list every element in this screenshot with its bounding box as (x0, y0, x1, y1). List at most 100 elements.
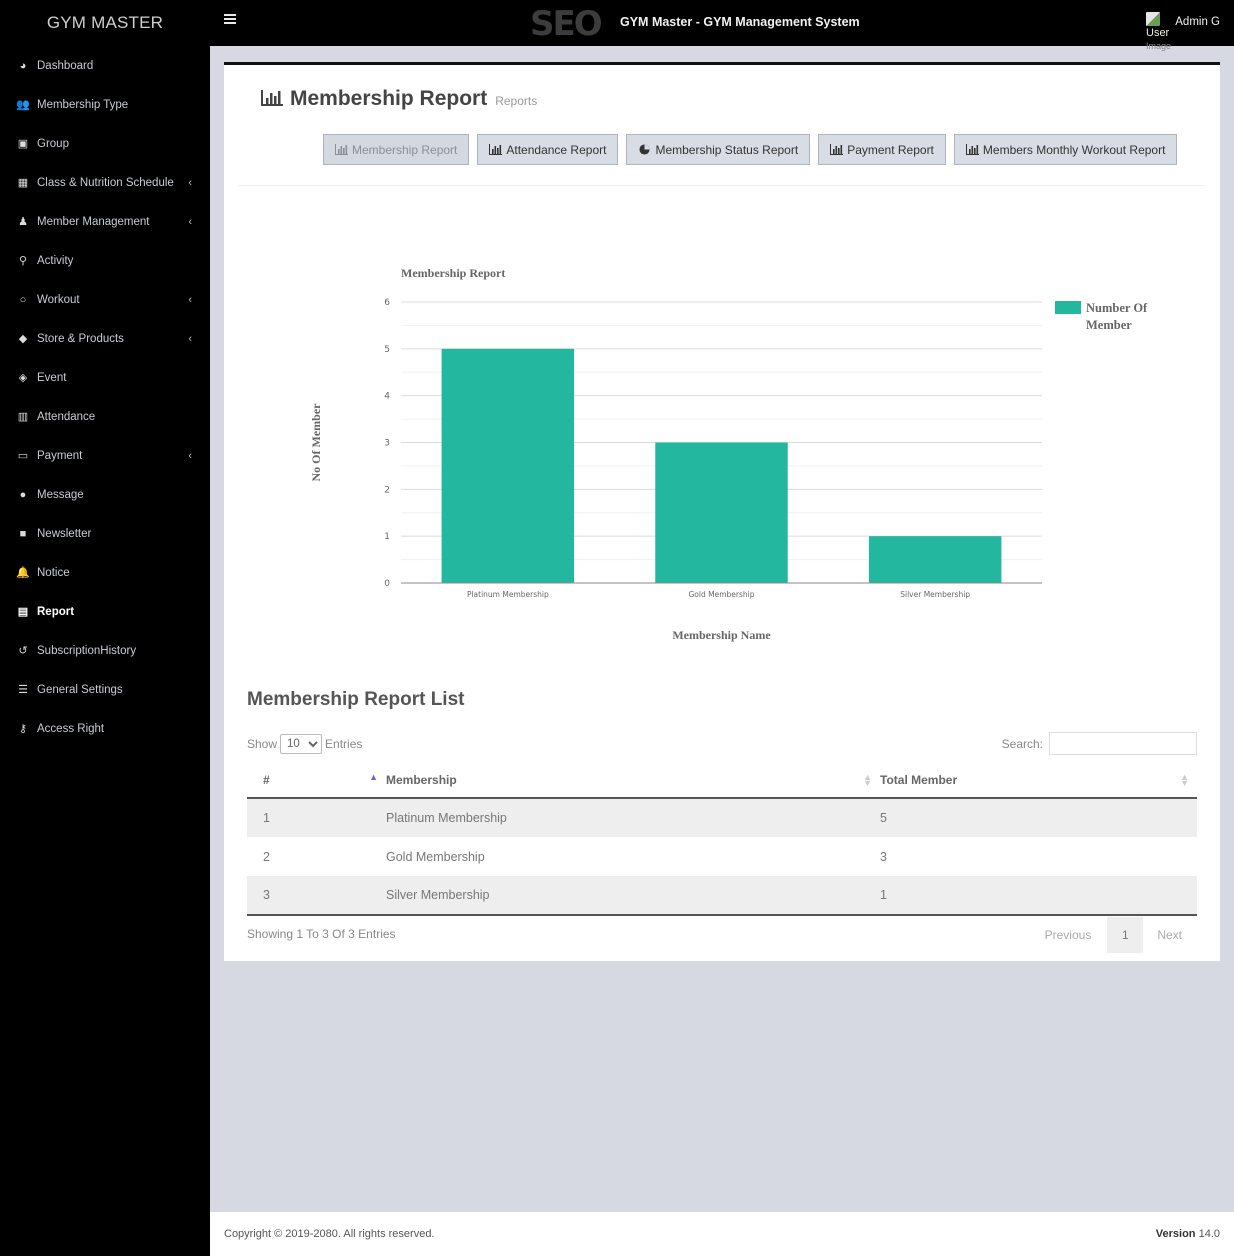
y-tick-label: 0 (384, 579, 390, 589)
sidebar-item-label: Payment (37, 449, 83, 462)
group-icon: ▣ (17, 138, 29, 150)
seo-logo: SEO (530, 4, 603, 44)
dashboard-icon: ◕ (19, 59, 27, 72)
sidebar-item-dashboard[interactable]: ◕ Dashboard (0, 46, 210, 85)
app-title: GYM Master - GYM Management System (620, 15, 860, 29)
table-row: 3 Silver Membership 1 (247, 876, 1197, 916)
table-cell: 1 (880, 876, 1197, 916)
sidebar-item-report[interactable]: ▤ Report (0, 592, 210, 631)
sidebar-item-newsletter[interactable]: ■ Newsletter (0, 514, 210, 553)
entries-label: Entries (325, 737, 363, 751)
membership-table: # ▲ Membership ▲ ▼ Total Member ▲ ▼ 1 Platinum… (247, 762, 1197, 916)
legend-swatch (1055, 301, 1081, 314)
sidebar-item-group[interactable]: ▣ Group (0, 124, 210, 163)
y-tick-label: 3 (384, 439, 390, 449)
column-header-membership[interactable]: Membership ▲ ▼ (386, 762, 880, 799)
sidebar-item-label: Message (37, 488, 84, 501)
workout-icon: ○ (19, 293, 27, 306)
chevron-left-icon: ‹ (188, 176, 192, 189)
sidebar-item-membership-type[interactable]: 👥 Membership Type (0, 85, 210, 124)
legend-label: Number Of (1086, 301, 1148, 315)
y-tick-label: 1 (384, 532, 390, 542)
user-image-alt: User (1146, 27, 1170, 39)
page-length-control: Show 10 Entries (247, 734, 362, 754)
sidebar-item-workout[interactable]: ○ Workout ‹ (0, 280, 210, 319)
history-icon: ↺ (18, 645, 28, 657)
y-tick-label: 2 (384, 485, 390, 495)
sidebar-item-event[interactable]: ◈ Event (0, 358, 210, 397)
next-page-button[interactable]: Next (1143, 917, 1196, 953)
broken-image-icon (1146, 12, 1160, 26)
sidebar-item-label: Notice (37, 566, 70, 579)
sidebar-item-label: Event (37, 371, 67, 384)
column-header-total-member[interactable]: Total Member ▲ ▼ (880, 762, 1197, 799)
search-input[interactable] (1049, 732, 1197, 755)
x-tick-label: Platinum Membership (467, 590, 549, 599)
report-icon: ▤ (17, 606, 29, 618)
bar-gold-membership (655, 442, 788, 583)
user-image-alt-2: Image (1146, 41, 1172, 51)
search-control: Search: (1002, 732, 1197, 755)
user-avatar[interactable]: User Image (1146, 12, 1178, 53)
x-tick-label: Gold Membership (689, 590, 755, 599)
sidebar-item-payment[interactable]: ▭ Payment ‹ (0, 436, 210, 475)
bicycle-icon: ⚲ (18, 255, 28, 267)
sidebar-item-activity[interactable]: ⚲ Activity (0, 241, 210, 280)
footer: Copyright © 2019-2080. All rights reserv… (210, 1212, 1234, 1256)
table-cell: Silver Membership (386, 876, 880, 916)
sidebar-item-store-products[interactable]: ◆ Store & Products ‹ (0, 319, 210, 358)
money-icon: ▭ (17, 450, 29, 462)
y-axis-title: No Of Member (309, 403, 323, 482)
table-cell: 3 (880, 849, 887, 864)
table-cell: 2 (263, 849, 270, 864)
sidebar-item-subscriptionhistory[interactable]: ↺ SubscriptionHistory (0, 631, 210, 670)
sidebar-item-class-nutrition-schedule[interactable]: ▦ Class & Nutrition Schedule ‹ (0, 163, 210, 202)
table-cell: 5 (880, 798, 1197, 837)
tags-icon: ◆ (18, 333, 28, 345)
page-1-button[interactable]: 1 (1107, 917, 1144, 953)
sidebar-item-label: Report (37, 605, 75, 618)
sort-icon: ▲ ▼ (863, 772, 872, 788)
table-cell: Platinum Membership (386, 798, 880, 837)
calendar-icon: ▦ (17, 177, 29, 189)
user-menu[interactable]: Admin G (1175, 16, 1220, 28)
page-length-select[interactable]: 10 (280, 734, 323, 754)
sidebar-item-label: Member Management (37, 215, 150, 228)
column-header-number[interactable]: # ▲ (247, 762, 386, 799)
table-header-row: # ▲ Membership ▲ ▼ Total Member ▲ ▼ (247, 762, 1197, 799)
chart-title: Membership Report (401, 266, 505, 280)
sidebar-item-label: Membership Type (37, 98, 129, 111)
table-cell: 1 (247, 798, 386, 837)
sidebar-item-label: Store & Products (37, 332, 124, 345)
sidebar-item-label: Class & Nutrition Schedule (37, 176, 174, 189)
sort-icon: ▲ ▼ (1180, 772, 1189, 788)
newsletter-icon: ■ (19, 527, 27, 540)
y-tick-label: 4 (384, 392, 390, 402)
membership-chart: 0 1 2 3 4 5 6 Platinum Membership Gold Membershi… (224, 65, 1220, 665)
x-tick-label: Silver Membership (900, 590, 970, 599)
sidebar-item-label: Dashboard (37, 59, 94, 72)
previous-page-button[interactable]: Previous (1029, 917, 1108, 953)
sidebar-nav: ◕ Dashboard 👥 Membership Type ▣ Group ▦ Class &… (0, 46, 210, 748)
report-panel: Membership Report Reports Membership Rep… (224, 62, 1220, 961)
chart-svg: 0 1 2 3 4 5 6 Platinum Membership Gold Membershi… (309, 266, 1148, 642)
sidebar-item-member-management[interactable]: ♟ Member Management ‹ (0, 202, 210, 241)
search-label: Search: (1001, 736, 1043, 751)
comment-icon: ● (19, 488, 27, 501)
sidebar-item-general-settings[interactable]: ☰ General Settings (0, 670, 210, 709)
sidebar-item-label: Workout (37, 293, 80, 306)
sort-asc-icon: ▲ (369, 772, 378, 782)
sidebar-item-attendance[interactable]: ▥ Attendance (0, 397, 210, 436)
brand-logo[interactable]: GYM MASTER (0, 0, 210, 46)
version: Version 14.0 (1155, 1228, 1220, 1240)
menu-toggle-icon[interactable] (224, 14, 236, 26)
ticket-icon: ◈ (18, 372, 28, 384)
sidebar-item-label: General Settings (37, 683, 123, 696)
sidebar-item-notice[interactable]: 🔔 Notice (0, 553, 210, 592)
table-cell: 3 (247, 876, 386, 916)
sidebar-item-message[interactable]: ● Message (0, 475, 210, 514)
copyright: Copyright © 2019-2080. All rights reserv… (224, 1228, 435, 1240)
table-cell: Gold Membership (386, 849, 485, 864)
table-row: 1 Platinum Membership 5 (247, 798, 1197, 837)
sidebar-item-access-right[interactable]: ⚷ Access Right (0, 709, 210, 748)
